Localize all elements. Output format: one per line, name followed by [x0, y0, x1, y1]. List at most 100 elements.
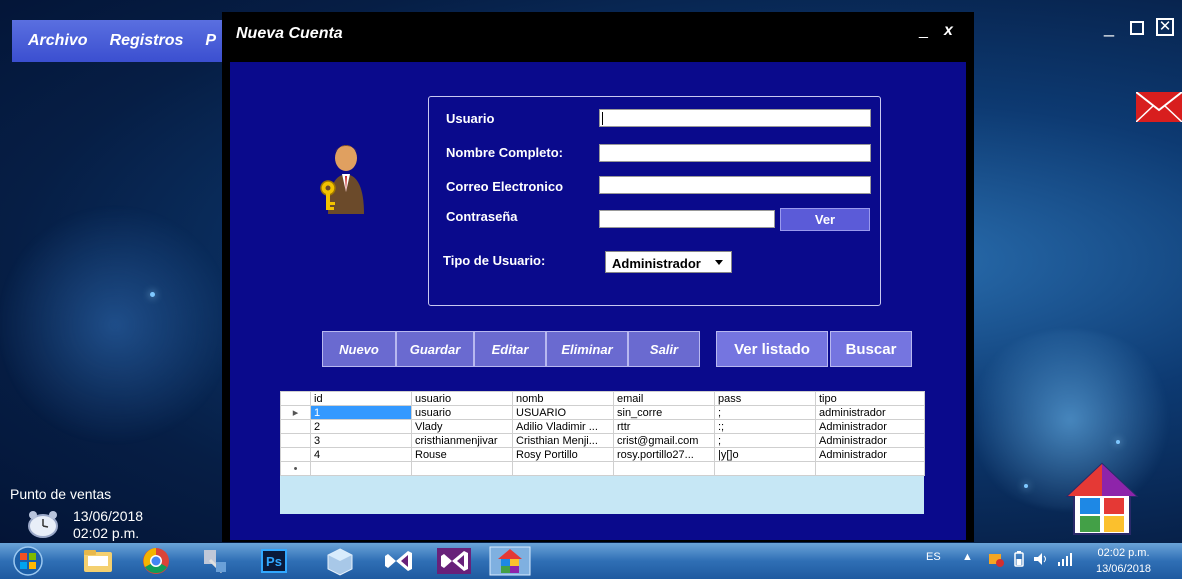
table-cell[interactable]: sin_corre [613, 405, 715, 420]
tipo-usuario-value: Administrador [612, 256, 701, 271]
column-header-pass[interactable]: pass [714, 391, 816, 406]
punto-de-ventas-icon[interactable] [488, 546, 532, 576]
table-cell[interactable] [411, 461, 513, 476]
tray-expand-icon[interactable]: ▲ [962, 551, 973, 563]
table-cell[interactable]: usuario [411, 405, 513, 420]
column-header-usuario[interactable]: usuario [411, 391, 513, 406]
column-header-email[interactable]: email [613, 391, 715, 406]
eliminar-button[interactable]: Eliminar [546, 331, 628, 367]
grid-corner[interactable] [280, 391, 311, 406]
table-cell[interactable]: :; [714, 419, 816, 434]
chrome-icon[interactable] [134, 546, 178, 576]
visual-studio-icon-2[interactable] [432, 546, 476, 576]
house-logo-icon[interactable] [1064, 460, 1140, 536]
start-orb-icon[interactable] [6, 546, 50, 576]
nombre-completo-label: Nombre Completo: [446, 145, 563, 160]
table-cell[interactable]: ; [714, 405, 816, 420]
salir-button[interactable]: Salir [628, 331, 700, 367]
table-cell[interactable]: Vlady [411, 419, 513, 434]
chevron-down-icon [715, 260, 723, 265]
column-header-tipo[interactable]: tipo [815, 391, 925, 406]
table-cell[interactable]: Administrador [815, 419, 925, 434]
taskbar-date: 13/06/2018 [1096, 563, 1152, 575]
table-cell[interactable]: 1 [310, 405, 412, 420]
table-cell[interactable]: 4 [310, 447, 412, 462]
table-cell[interactable]: 2 [310, 419, 412, 434]
taskbar: Ps ES ▲ 02:02 p.m. 13/06/2018 [0, 543, 1182, 579]
main-minimize-button[interactable]: _ [1100, 17, 1118, 37]
photoshop-icon[interactable]: Ps [252, 546, 296, 576]
desktop-sparkle [150, 292, 155, 297]
folder-icon[interactable] [76, 546, 120, 576]
mail-icon[interactable] [1136, 92, 1182, 122]
correo-electronico-input[interactable] [599, 176, 871, 194]
ver-password-button[interactable]: Ver [780, 208, 870, 231]
current-row-indicator: ▸ [280, 405, 311, 420]
desktop-glow [0, 200, 230, 450]
battery-icon[interactable] [1012, 551, 1026, 567]
table-cell[interactable]: Administrador [815, 433, 925, 448]
table-cell[interactable]: ; [714, 433, 816, 448]
table-cell[interactable]: |y[]o [714, 447, 816, 462]
main-restore-button[interactable] [1128, 18, 1146, 36]
column-header-nomb[interactable]: nomb [512, 391, 614, 406]
desktop-sparkle [1024, 484, 1028, 488]
virtualbox-icon[interactable] [318, 546, 362, 576]
signal-icon[interactable] [1056, 551, 1074, 567]
table-cell[interactable]: Administrador [815, 447, 925, 462]
table-cell[interactable]: administrador [815, 405, 925, 420]
volume-icon[interactable] [1032, 551, 1050, 567]
table-row[interactable]: 4 Rouse Rosy Portillo rosy.portillo27...… [280, 447, 925, 462]
photoshop-label: Ps [261, 549, 287, 573]
usuario-label: Usuario [446, 111, 495, 126]
language-indicator[interactable]: ES [926, 551, 941, 563]
guardar-button[interactable]: Guardar [396, 331, 474, 367]
alarm-clock-icon [28, 511, 58, 538]
usuarios-data-grid[interactable]: id usuario nomb email pass tipo ▸ 1 usua… [280, 391, 925, 514]
taskbar-clock[interactable]: 02:02 p.m. 13/06/2018 [1096, 545, 1151, 577]
dialog-minimize-button[interactable]: _ [919, 22, 928, 40]
table-cell[interactable] [512, 461, 614, 476]
table-cell[interactable]: rttr [613, 419, 715, 434]
ver-listado-button[interactable]: Ver listado [716, 331, 828, 367]
table-cell[interactable] [310, 461, 412, 476]
table-cell[interactable]: crist@gmail.com [613, 433, 715, 448]
buscar-button[interactable]: Buscar [830, 331, 912, 367]
contrasena-input[interactable] [599, 210, 775, 228]
table-cell[interactable]: cristhianmenjivar [411, 433, 513, 448]
pos-label: Punto de ventas [10, 486, 112, 502]
menu-p[interactable]: P [205, 32, 216, 50]
nueva-cuenta-dialog: Nueva Cuenta _ x Usuario Nombre Completo… [222, 12, 974, 542]
network-warning-icon[interactable] [988, 551, 1004, 567]
main-close-button[interactable]: ✕ [1156, 18, 1174, 36]
table-cell[interactable]: USUARIO [512, 405, 614, 420]
table-cell[interactable]: Rosy Portillo [512, 447, 614, 462]
table-cell[interactable] [815, 461, 925, 476]
table-cell[interactable]: Adilio Vladimir ... [512, 419, 614, 434]
dialog-close-button[interactable]: x [944, 22, 953, 40]
usuario-input[interactable] [599, 109, 871, 127]
row-header[interactable] [280, 419, 311, 434]
table-cell[interactable]: 3 [310, 433, 412, 448]
table-cell[interactable] [714, 461, 816, 476]
table-row[interactable]: 2 Vlady Adilio Vladimir ... rttr :; Admi… [280, 419, 925, 434]
table-cell[interactable] [613, 461, 715, 476]
tipo-usuario-select[interactable]: Administrador [605, 251, 732, 273]
nuevo-button[interactable]: Nuevo [322, 331, 396, 367]
nombre-completo-input[interactable] [599, 144, 871, 162]
menu-archivo[interactable]: Archivo [28, 32, 88, 50]
new-table-row[interactable]: • [280, 461, 925, 476]
table-cell[interactable]: rosy.portillo27... [613, 447, 715, 462]
tools-app-icon[interactable] [192, 546, 236, 576]
table-row[interactable]: 3 cristhianmenjivar Cristhian Menji... c… [280, 433, 925, 448]
editar-button[interactable]: Editar [474, 331, 546, 367]
menu-registros[interactable]: Registros [110, 32, 184, 50]
row-header[interactable] [280, 447, 311, 462]
table-row[interactable]: ▸ 1 usuario USUARIO sin_corre ; administ… [280, 405, 925, 420]
row-header[interactable] [280, 433, 311, 448]
new-row-indicator: • [280, 461, 311, 476]
table-cell[interactable]: Cristhian Menji... [512, 433, 614, 448]
column-header-id[interactable]: id [310, 391, 412, 406]
visual-studio-icon[interactable] [376, 546, 420, 576]
table-cell[interactable]: Rouse [411, 447, 513, 462]
